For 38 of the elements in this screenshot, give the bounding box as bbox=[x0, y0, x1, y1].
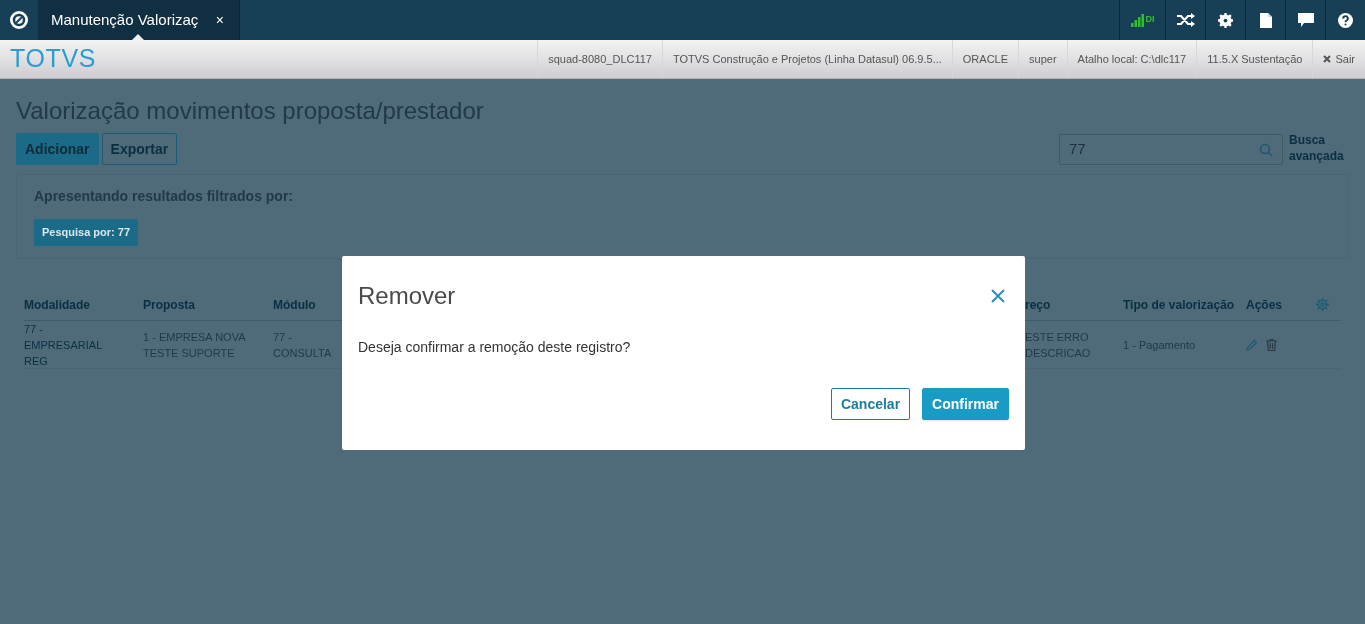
document-icon[interactable] bbox=[1259, 12, 1272, 28]
logo-icon[interactable] bbox=[9, 10, 29, 30]
tab-title: Manutenção Valorizaç bbox=[51, 9, 200, 30]
export-button[interactable]: Exportar bbox=[101, 133, 178, 165]
column-header: Tipo de valorização bbox=[1123, 297, 1235, 312]
info-item: 11.5.X Sustentação bbox=[1196, 40, 1313, 78]
info-item: ORACLE bbox=[951, 40, 1019, 78]
info-item: super bbox=[1018, 40, 1067, 78]
dialog-title: Remover bbox=[358, 281, 457, 311]
table-cell-text: 77 - EMPRESARIAL REG bbox=[24, 321, 104, 369]
chat-icon[interactable] bbox=[1297, 13, 1314, 27]
search-field[interactable]: 77 bbox=[1059, 134, 1283, 165]
close-icon[interactable] bbox=[991, 289, 1005, 303]
confirm-button[interactable]: Confirmar bbox=[922, 388, 1009, 420]
close-icon bbox=[1323, 55, 1332, 63]
help-icon[interactable] bbox=[1338, 12, 1353, 28]
column-header: reço bbox=[1025, 297, 1051, 312]
filter-tag[interactable]: Pesquisa por: 77 bbox=[34, 219, 139, 246]
signal-icon[interactable] bbox=[1130, 13, 1144, 27]
close-icon[interactable]: × bbox=[215, 9, 226, 31]
info-item: squad-8080_DLC117 bbox=[537, 40, 662, 78]
column-header: Ações bbox=[1246, 297, 1283, 312]
brand-logo: TOTVS bbox=[9, 43, 97, 75]
add-button[interactable]: Adicionar bbox=[16, 133, 99, 165]
info-item: TOTVS Construção e Projetos (Linha Datasul) 06.9.5... bbox=[662, 40, 952, 78]
signal-label: DI bbox=[1145, 13, 1155, 27]
search-value: 77 bbox=[1069, 139, 1087, 160]
advanced-search-link[interactable]: Busca avançada bbox=[1289, 132, 1349, 164]
tab-pointer-icon bbox=[132, 34, 144, 40]
column-header: Modalidade bbox=[24, 297, 90, 312]
cancel-button[interactable]: Cancelar bbox=[830, 388, 911, 420]
app-tab[interactable]: Manutenção Valorizaç × bbox=[38, 0, 240, 40]
shuffle-icon[interactable] bbox=[1176, 13, 1195, 27]
logout-button[interactable]: Sair bbox=[1312, 40, 1365, 78]
dialog-message: Deseja confirmar a remoção deste registro? bbox=[357, 338, 632, 357]
column-header: Proposta bbox=[143, 297, 195, 312]
info-item: Atalho local: C:\dlc117 bbox=[1066, 40, 1197, 78]
column-header: Módulo bbox=[273, 297, 316, 312]
